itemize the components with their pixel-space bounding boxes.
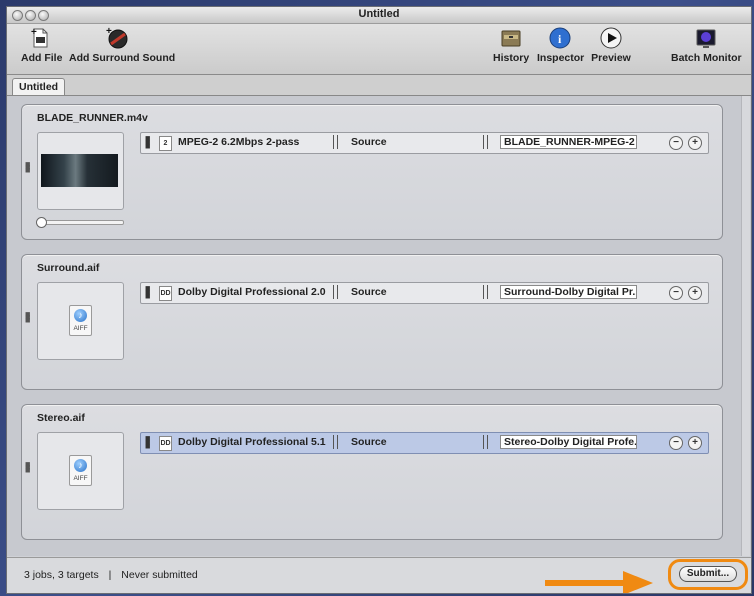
- job-thumbnail: ♪ AIFF: [37, 282, 124, 360]
- target-row[interactable]: ■ ■ ■ DD Dolby Digital Professional 2.0 So…: [140, 282, 709, 304]
- dolby-setting-icon: DD: [159, 286, 172, 301]
- info-icon: i: [549, 27, 571, 49]
- job-count: 3 jobs, 3 targets: [24, 569, 99, 581]
- add-target-button[interactable]: +: [688, 286, 702, 300]
- remove-target-button[interactable]: −: [669, 286, 683, 300]
- batch-list: BLADE_RUNNER.m4v ■ ■ ■ ■ ■ ■ 2 MPEG-2 6.2Mbp…: [7, 96, 751, 556]
- window-title: Untitled: [358, 8, 400, 20]
- column-divider: [333, 435, 338, 449]
- batch-status: 3 jobs, 3 targets | Never submitted: [24, 569, 198, 581]
- callout-arrow-icon: [545, 571, 653, 593]
- target-row[interactable]: ■ ■ ■ 2 MPEG-2 6.2Mbps 2-pass Source BLADE…: [140, 132, 709, 154]
- column-divider: [483, 135, 488, 149]
- batch-tab-strip: Untitled: [7, 75, 751, 96]
- batch-monitor-label: Batch Monitor: [671, 52, 742, 64]
- preview-scrubber[interactable]: [36, 217, 124, 228]
- target-destination[interactable]: Source: [351, 286, 387, 298]
- target-setting: MPEG-2 6.2Mbps 2-pass: [178, 136, 300, 148]
- add-target-button[interactable]: +: [688, 136, 702, 150]
- job-panel[interactable]: Surround.aif ■ ■ ■ ♪ AIFF ■ ■ ■ DD Dolby Dig…: [21, 254, 723, 390]
- add-file-label: Add File: [21, 52, 63, 64]
- add-surround-sound-button[interactable]: + Add Surround Sound: [69, 26, 176, 64]
- remove-target-button[interactable]: −: [669, 436, 683, 450]
- job-panel[interactable]: BLADE_RUNNER.m4v ■ ■ ■ ■ ■ ■ 2 MPEG-2 6.2Mbp…: [21, 104, 723, 240]
- batch-monitor-button[interactable]: Batch Monitor: [671, 26, 742, 64]
- output-filename-field[interactable]: Stereo-Dolby Digital Profe...: [500, 435, 637, 449]
- job-source-name: BLADE_RUNNER.m4v: [37, 112, 148, 124]
- preview-button[interactable]: Preview: [591, 26, 631, 64]
- tab-untitled[interactable]: Untitled: [12, 78, 66, 95]
- aiff-file-icon: ♪ AIFF: [69, 305, 92, 336]
- vertical-scrollbar[interactable]: [741, 96, 750, 556]
- output-filename-field[interactable]: BLADE_RUNNER-MPEG-2 ...: [500, 135, 637, 149]
- column-divider: [483, 435, 488, 449]
- job-panel[interactable]: Stereo.aif ■ ■ ■ ♪ AIFF ■ ■ ■ DD Dolby Digit…: [21, 404, 723, 540]
- submission-state: Never submitted: [121, 569, 198, 581]
- toolbar: + Add File + Add Surround Sound History: [7, 24, 751, 75]
- video-preview-frame: [41, 154, 118, 187]
- target-setting: Dolby Digital Professional 2.0: [178, 286, 326, 298]
- add-target-button[interactable]: +: [688, 436, 702, 450]
- add-surround-sound-label: Add Surround Sound: [69, 52, 176, 64]
- history-drawer-icon: [501, 30, 521, 47]
- preview-label: Preview: [591, 52, 631, 64]
- target-destination[interactable]: Source: [351, 436, 387, 448]
- add-file-icon: +: [31, 27, 48, 48]
- remove-target-button[interactable]: −: [669, 136, 683, 150]
- target-row-selected[interactable]: ■ ■ ■ DD Dolby Digital Professional 5.1 So…: [140, 432, 709, 454]
- submit-button[interactable]: Submit...: [679, 566, 737, 582]
- history-label: History: [493, 52, 530, 64]
- inspector-button[interactable]: i Inspector: [537, 26, 585, 64]
- job-drag-handle[interactable]: ■ ■ ■: [25, 310, 30, 325]
- job-thumbnail: ♪ AIFF: [37, 432, 124, 510]
- scrubber-knob[interactable]: [36, 217, 47, 228]
- output-filename-field[interactable]: Surround-Dolby Digital Pr...: [500, 285, 637, 299]
- column-divider: [483, 285, 488, 299]
- job-thumbnail: [37, 132, 124, 210]
- column-divider: [333, 135, 338, 149]
- history-button[interactable]: History: [493, 26, 529, 64]
- surround-sound-icon: +: [106, 26, 128, 49]
- status-bar: 3 jobs, 3 targets | Never submitted Subm…: [7, 557, 751, 593]
- target-drag-handle[interactable]: ■ ■ ■: [145, 134, 150, 151]
- job-drag-handle[interactable]: ■ ■ ■: [25, 460, 30, 475]
- target-destination[interactable]: Source: [351, 136, 387, 148]
- target-drag-handle[interactable]: ■ ■ ■: [145, 284, 150, 301]
- svg-text:+: +: [106, 26, 112, 37]
- target-setting: Dolby Digital Professional 5.1: [178, 436, 326, 448]
- dolby-setting-icon: DD: [159, 436, 172, 451]
- title-bar: Untitled: [7, 7, 751, 24]
- batch-monitor-icon: [696, 29, 716, 48]
- job-source-name: Stereo.aif: [37, 412, 85, 424]
- mpeg2-setting-icon: 2: [159, 136, 172, 151]
- status-separator: |: [108, 569, 112, 581]
- main-window: Untitled + Add File + Add Surround Sound: [6, 6, 752, 594]
- target-drag-handle[interactable]: ■ ■ ■: [145, 434, 150, 451]
- column-divider: [333, 285, 338, 299]
- inspector-label: Inspector: [537, 52, 585, 64]
- play-icon: [600, 27, 622, 49]
- aiff-file-icon: ♪ AIFF: [69, 455, 92, 486]
- job-source-name: Surround.aif: [37, 262, 100, 274]
- job-drag-handle[interactable]: ■ ■ ■: [25, 160, 30, 175]
- svg-text:+: +: [31, 27, 37, 38]
- add-file-button[interactable]: + Add File: [21, 26, 63, 64]
